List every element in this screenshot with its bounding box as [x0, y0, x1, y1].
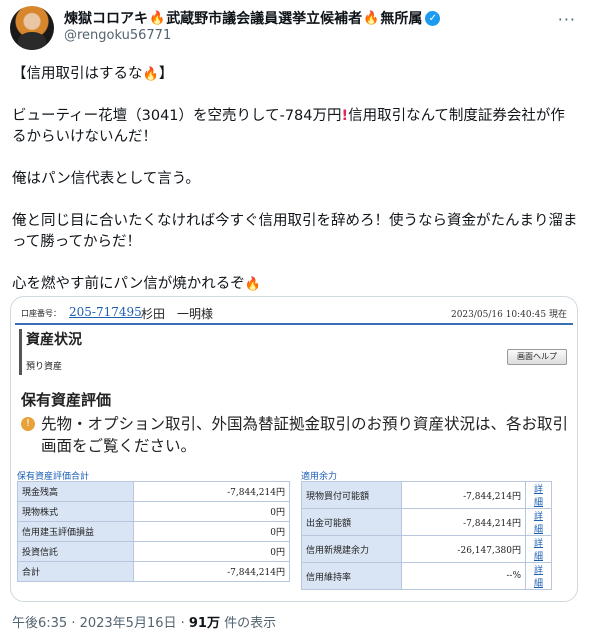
account-number: 205-717495: [69, 305, 142, 319]
account-bar: 口座番号： 205-717495 杉田 一明様 2023/05/16 10:40…: [15, 305, 573, 323]
row-value: -7,844,214円: [401, 481, 526, 509]
table-row: 現物株式 0円: [17, 501, 290, 522]
tweet-line: 【信用取引はするな🔥】: [12, 64, 578, 85]
table-row: 投資信託 0円: [17, 541, 290, 562]
tweet-line-text: ビューティー花壇（3041）を空売りして-784万円: [12, 108, 342, 124]
flame-icon: 🔥: [244, 277, 261, 292]
table-row: 現金残高 -7,844,214円: [17, 481, 290, 502]
table-row: 信用建玉評価損益 0円: [17, 521, 290, 542]
row-value: -26,147,380円: [401, 535, 526, 563]
view-count-label: 件の表示: [219, 616, 277, 631]
more-options-icon[interactable]: ···: [558, 10, 576, 29]
tweet-line: ビューティー花壇（3041）を空売りして-784万円!信用取引なんて制度証券会社…: [12, 106, 578, 148]
author-name-suffix: 武蔵野市議会議員選挙立候補者: [166, 11, 363, 27]
detail-link: 詳細: [525, 508, 552, 536]
row-label: 信用建玉評価損益: [17, 521, 134, 542]
notice-text: 先物・オプション取引、外国為替証拠金取引のお預り資産状況は、各お取引画面をご覧く…: [41, 415, 569, 455]
holdings-table: 現金残高 -7,844,214円 現物株式 0円 信用建玉評価損益 0円 投資信託 0円…: [17, 481, 290, 582]
row-value: 0円: [133, 501, 290, 522]
view-count: 91万: [188, 616, 220, 631]
page-subtitle: 預り資産: [26, 362, 63, 372]
table-row: 出金可能額 -7,844,214円 詳細: [301, 508, 552, 536]
buying-power-table: 現物買付可能額 -7,844,214円 詳細 出金可能額 -7,844,214円 詳細 …: [301, 481, 552, 590]
tweet-line: 俺はパン信代表として言う。: [12, 171, 200, 187]
row-label: 信用新規建余力: [301, 535, 402, 563]
tweet-line-text: 【信用取引はするな: [12, 66, 143, 82]
divider: [15, 323, 573, 325]
account-label: 口座番号：: [21, 309, 61, 318]
tweet-text: 【信用取引はするな🔥】 ビューティー花壇（3041）を空売りして-784万円!信…: [12, 64, 578, 316]
row-label: 現物株式: [17, 501, 134, 522]
tweet-line-text: 】: [158, 66, 174, 82]
table-row: 合計 -7,844,214円: [17, 561, 290, 582]
author-name-tail: 無所属: [380, 11, 423, 27]
row-value: -7,844,214円: [133, 481, 290, 502]
row-value: --%: [401, 562, 526, 590]
tweet-header: 煉獄コロアキ 🔥 武蔵野市議会議員選挙立候補者 🔥 無所属 ✓ @rengoku…: [10, 6, 580, 50]
row-label: 合計: [17, 561, 134, 582]
display-name[interactable]: 煉獄コロアキ 🔥 武蔵野市議会議員選挙立候補者 🔥 無所属 ✓: [64, 8, 441, 28]
row-value: 0円: [133, 541, 290, 562]
row-label: 現物買付可能額: [301, 481, 402, 509]
detail-link: 詳細: [525, 562, 552, 590]
detail-link: 詳細: [525, 535, 552, 563]
row-value: -7,844,214円: [133, 561, 290, 582]
tweet-line: 心を燃やす前にパン信が焼かれるぞ🔥: [12, 274, 578, 295]
author-name: 煉獄コロアキ: [64, 11, 148, 27]
flame-icon: 🔥: [142, 67, 159, 82]
flame-icon: 🔥: [149, 10, 166, 26]
flame-icon: 🔥: [363, 10, 380, 26]
as-of-datetime: 2023/05/16 10:40:45 現在: [450, 310, 567, 320]
verified-badge-icon: ✓: [425, 10, 441, 26]
row-label: 信用維持率: [301, 562, 402, 590]
row-value: -7,844,214円: [401, 508, 526, 536]
timestamp[interactable]: 午後6:35 · 2023年5月16日 ·: [12, 616, 189, 631]
brokerage-screenshot: 口座番号： 205-717495 杉田 一明様 2023/05/16 10:40…: [15, 301, 573, 597]
row-label: 現金残高: [17, 481, 134, 502]
tweet-line-text: 心を燃やす前にパン信が焼かれるぞ: [12, 276, 245, 292]
table-row: 信用新規建余力 -26,147,380円 詳細: [301, 535, 552, 563]
author-handle[interactable]: @rengoku56771: [64, 28, 171, 43]
warning-icon: !: [21, 417, 35, 431]
table-row: 信用維持率 --% 詳細: [301, 562, 552, 590]
detail-link: 詳細: [525, 481, 552, 509]
section-heading: 保有資産評価: [21, 391, 112, 409]
row-label: 投資信託: [17, 541, 134, 562]
tweet-meta: 午後6:35 · 2023年5月16日 · 91万 件の表示: [12, 612, 276, 631]
account-holder: 杉田 一明様: [141, 307, 214, 321]
row-label: 出金可能額: [301, 508, 402, 536]
help-button: 画面ヘルプ: [507, 349, 567, 365]
tweet-line: 俺と同じ目に合いたくなければ今すぐ信用取引を辞めろ！使うなら資金がたんまり溜まっ…: [12, 213, 578, 250]
avatar[interactable]: [10, 6, 54, 50]
row-value: 0円: [133, 521, 290, 542]
attached-image[interactable]: 口座番号： 205-717495 杉田 一明様 2023/05/16 10:40…: [10, 296, 578, 602]
table-row: 現物買付可能額 -7,844,214円 詳細: [301, 481, 552, 509]
